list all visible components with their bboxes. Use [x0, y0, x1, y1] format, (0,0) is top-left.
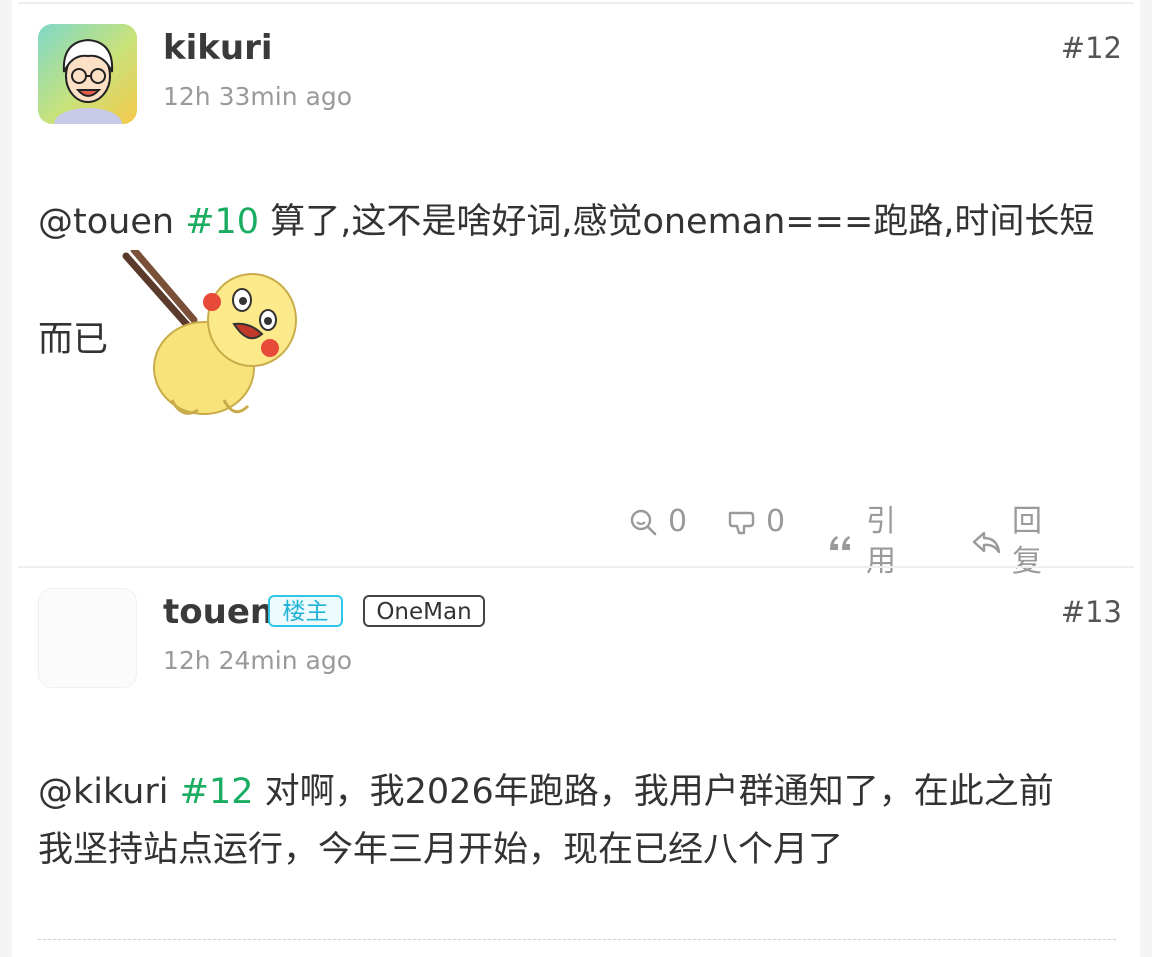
divider: [18, 2, 1134, 4]
post-text: 对啊，我2026年跑路，我用户群通知了，在此之前: [264, 772, 1054, 812]
floor-number[interactable]: #12: [1061, 31, 1122, 65]
post-content-line: @touen #10 算了,这不是啥好词,感觉oneman===跑路,时间长短: [38, 198, 1118, 246]
post-time: 12h 24min ago: [163, 646, 352, 675]
post-text: 算了,这不是啥好词,感觉oneman===跑路,时间长短: [270, 202, 1095, 242]
username[interactable]: touen: [163, 592, 274, 632]
reply-icon: [970, 527, 1002, 557]
post-content-line: @kikuri #12 对啊，我2026年跑路，我用户群通知了，在此之前: [38, 763, 1123, 821]
username[interactable]: kikuri: [163, 28, 273, 68]
mention-floor-link[interactable]: #10: [185, 202, 259, 242]
like-button[interactable]: 0: [628, 502, 687, 542]
dislike-button[interactable]: 0: [726, 502, 785, 542]
op-badge: 楼主: [268, 595, 343, 627]
dislike-count: 0: [766, 504, 786, 539]
mention-user[interactable]: @touen: [38, 202, 174, 242]
floor-number[interactable]: #13: [1061, 595, 1122, 629]
quote-button[interactable]: 引用: [826, 502, 896, 582]
post-text-line: 而已: [38, 320, 109, 360]
mention-floor-link[interactable]: #12: [180, 772, 254, 812]
post-content: @kikuri #12 对啊，我2026年跑路，我用户群通知了，在此之前 我坚持…: [38, 763, 1123, 879]
avatar[interactable]: [38, 588, 137, 688]
thumb-down-icon: [726, 507, 756, 537]
quote-icon: [826, 527, 856, 557]
like-count: 0: [668, 504, 688, 539]
avatar[interactable]: [38, 24, 137, 124]
user-tag-badge: OneMan: [363, 595, 485, 627]
divider: [18, 566, 1134, 568]
divider: [38, 939, 1116, 940]
reply-button[interactable]: 回复: [970, 502, 1042, 582]
post-time: 12h 33min ago: [163, 82, 352, 111]
reply-label: 回复: [1012, 504, 1042, 579]
mention-user[interactable]: @kikuri: [38, 772, 168, 812]
quote-label: 引用: [866, 504, 896, 579]
sticker-image: [122, 246, 306, 426]
zoom-like-icon: [628, 507, 658, 537]
post-text-line: 我坚持站点运行，今年三月开始，现在已经八个月了: [38, 830, 844, 870]
